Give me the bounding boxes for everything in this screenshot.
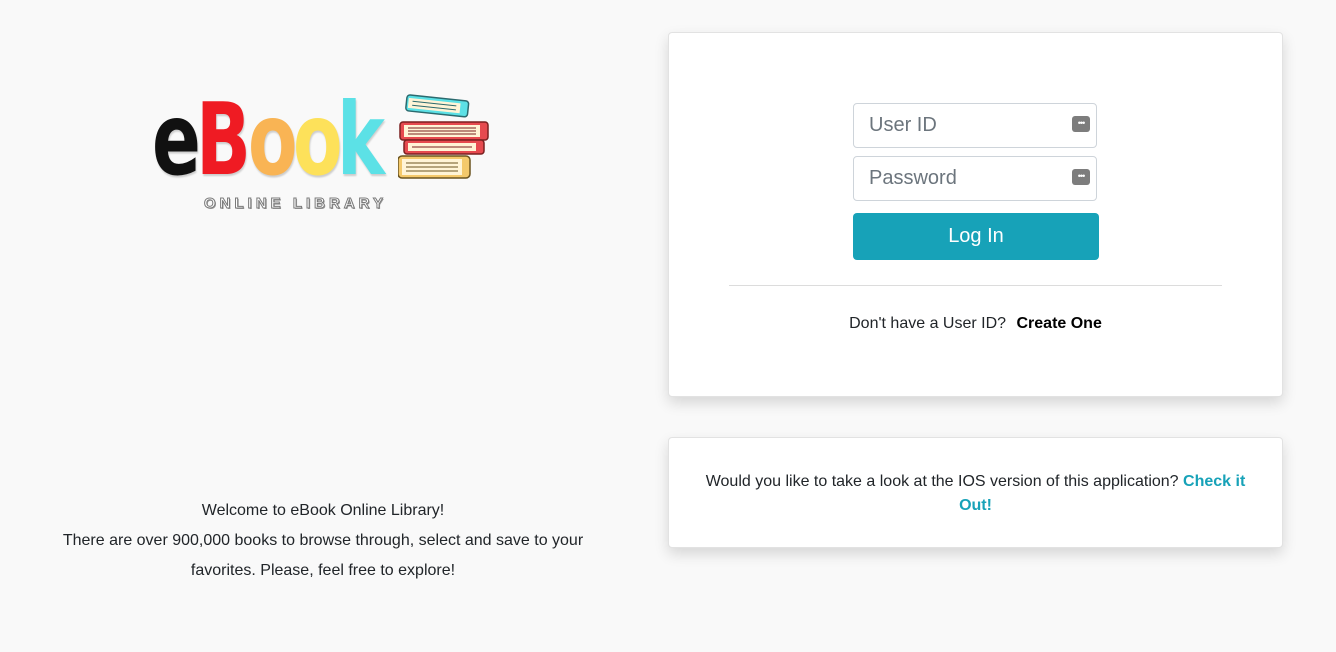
welcome-message: Welcome to eBook Online Library! There a… bbox=[40, 496, 606, 586]
ios-promo-text: Would you like to take a look at the IOS… bbox=[699, 470, 1252, 518]
signup-prompt: Don't have a User ID? bbox=[849, 315, 1007, 332]
login-card: ••• ••• Log In Don't have a User ID? Cre… bbox=[668, 32, 1283, 397]
ios-promo-card: Would you like to take a look at the IOS… bbox=[668, 437, 1283, 548]
logo-wordmark: e B o o k bbox=[152, 81, 385, 198]
ios-promo-message: Would you like to take a look at the IOS… bbox=[705, 473, 1179, 490]
logo-letter-k: k bbox=[337, 81, 385, 198]
password-manager-icon[interactable]: ••• bbox=[1072, 169, 1090, 185]
divider bbox=[729, 285, 1222, 286]
password-input[interactable] bbox=[854, 157, 1069, 200]
password-manager-icon[interactable]: ••• bbox=[1072, 116, 1090, 132]
login-button[interactable]: Log In bbox=[853, 213, 1099, 260]
password-field[interactable]: ••• bbox=[853, 156, 1097, 201]
ebook-logo: e B o o k ONLINE LIBRARY bbox=[150, 81, 500, 217]
logo-letter-e: e bbox=[152, 81, 201, 198]
welcome-description: There are over 900,000 books to browse t… bbox=[62, 532, 584, 579]
signup-row: Don't have a User ID? Create One bbox=[669, 315, 1282, 333]
logo-letter-o2: o bbox=[292, 81, 342, 198]
welcome-heading: Welcome to eBook Online Library! bbox=[201, 502, 445, 519]
logo-letter-b: B bbox=[195, 81, 251, 198]
book-stack-icon bbox=[398, 94, 489, 179]
user-id-field[interactable]: ••• bbox=[853, 103, 1097, 148]
user-id-input[interactable] bbox=[854, 104, 1069, 147]
logo-subtitle: ONLINE LIBRARY bbox=[204, 195, 387, 213]
logo-letter-o1: o bbox=[248, 81, 297, 198]
create-account-link[interactable]: Create One bbox=[1016, 315, 1101, 332]
